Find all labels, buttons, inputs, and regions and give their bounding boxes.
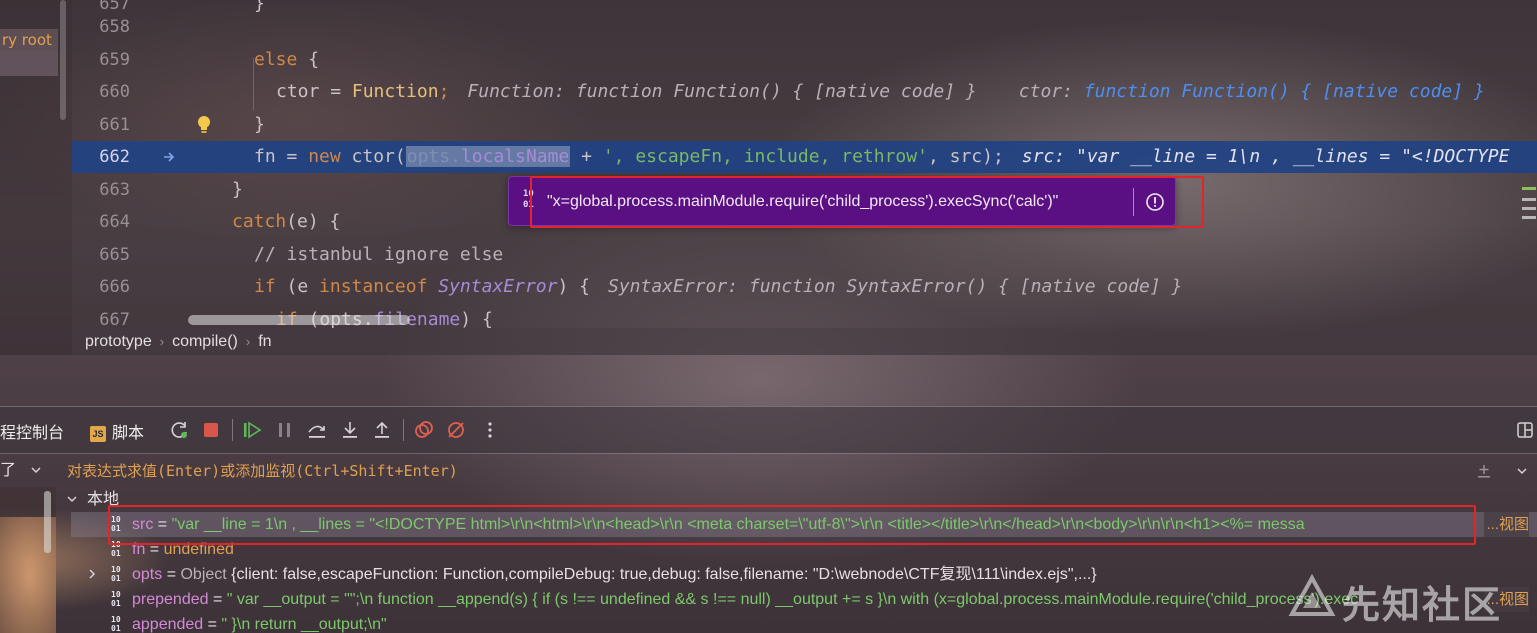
- project-tree-item-selected[interactable]: [0, 51, 58, 76]
- evaluate-expression-bar: 了 对表达式求值(Enter)或添加监视(Ctrl+Shift+Enter): [0, 453, 1537, 487]
- binary-value-icon: 10 01: [111, 590, 121, 608]
- line-number: 666: [99, 277, 130, 297]
- line-number: 661: [99, 115, 130, 135]
- binary-value-icon: 10 01: [111, 565, 121, 583]
- project-tree-item[interactable]: ry root: [0, 29, 58, 51]
- editor-horizontal-scrollbar[interactable]: [188, 315, 410, 325]
- project-panel: ry root: [0, 0, 72, 355]
- highlight-annotation: [530, 176, 1204, 228]
- watermark-logo-icon: [1288, 574, 1336, 616]
- toolbar-separator: [232, 419, 233, 441]
- breadcrumb-item[interactable]: prototype: [85, 333, 152, 350]
- highlight-annotation: [108, 505, 1476, 545]
- execution-point-icon: [164, 152, 175, 162]
- inline-value-hint: ctor: function Function() { [native code…: [1018, 81, 1485, 102]
- step-over-icon[interactable]: [307, 420, 327, 440]
- pause-icon[interactable]: [275, 420, 295, 440]
- error-stripe-mark[interactable]: [1522, 216, 1536, 219]
- code-line[interactable]: 661 }: [72, 109, 1537, 141]
- line-number: 665: [99, 245, 130, 265]
- view-link[interactable]: ...视图: [1484, 512, 1529, 537]
- tab-process-console[interactable]: 程控制台: [0, 419, 64, 443]
- js-icon: JS: [90, 426, 106, 442]
- execution-line[interactable]: 662 fn = new ctor(opts.localsName + ', e…: [72, 141, 1537, 173]
- mute-breakpoints-icon[interactable]: [446, 420, 466, 440]
- error-stripe-mark[interactable]: [1522, 198, 1536, 201]
- inline-value-hint: src: "var __line = 1\n , __lines = "<!DO…: [1021, 146, 1510, 167]
- watermark: 先知社区: [1288, 570, 1528, 627]
- breadcrumb-item[interactable]: compile(): [172, 333, 238, 350]
- add-watch-icon[interactable]: [1475, 462, 1493, 480]
- code-line[interactable]: 658: [72, 11, 1537, 43]
- breadcrumb-item[interactable]: fn: [258, 333, 271, 350]
- frames-panel: [0, 487, 56, 633]
- chevron-right-icon[interactable]: [86, 568, 98, 580]
- selected-expression: opts.localsName: [405, 146, 571, 167]
- code-line[interactable]: 660 ctor = Function; Function: function F…: [72, 76, 1537, 108]
- binary-value-icon: 10 01: [111, 615, 121, 633]
- lightbulb-icon[interactable]: [196, 115, 212, 135]
- debug-toolbar: 程控制台 JS 脚本: [0, 406, 1537, 453]
- step-out-icon[interactable]: [372, 420, 392, 440]
- view-breakpoints-icon[interactable]: [414, 420, 434, 440]
- code-comment: // istanbul ignore else: [254, 244, 504, 265]
- chevron-down-icon[interactable]: [1515, 464, 1529, 478]
- line-number: 663: [99, 180, 130, 200]
- chevron-down-icon[interactable]: [66, 493, 78, 505]
- code-line[interactable]: 666 if (e instanceof SyntaxError) {Synta…: [72, 271, 1537, 303]
- inline-value-hint: Function: function Function() { [native …: [467, 81, 977, 102]
- layout-settings-icon[interactable]: [1516, 421, 1534, 439]
- step-into-icon[interactable]: [340, 420, 360, 440]
- chevron-right-icon: ›: [245, 334, 251, 349]
- line-number: 658: [99, 17, 130, 37]
- breadcrumb: prototype › compile() › fn: [72, 328, 1537, 355]
- chevron-down-icon[interactable]: [30, 464, 42, 476]
- code-line[interactable]: 665 // istanbul ignore else: [72, 239, 1537, 271]
- evaluate-expression-input[interactable]: 对表达式求值(Enter)或添加监视(Ctrl+Shift+Enter): [67, 454, 458, 488]
- resume-icon[interactable]: [242, 420, 262, 440]
- code-line[interactable]: 659 else {: [72, 44, 1537, 76]
- rerun-icon[interactable]: [170, 420, 190, 440]
- tab-scripts[interactable]: JS 脚本: [90, 419, 144, 443]
- project-scrollbar[interactable]: [60, 0, 66, 120]
- more-options-icon[interactable]: [480, 420, 500, 440]
- error-stripe-mark[interactable]: [1522, 187, 1536, 190]
- line-number: 667: [99, 310, 130, 328]
- error-stripe-mark[interactable]: [1522, 207, 1536, 210]
- toolbar-separator: [403, 419, 404, 441]
- line-number: 664: [99, 212, 130, 232]
- stop-icon[interactable]: [201, 420, 221, 440]
- inline-value-hint: SyntaxError: function SyntaxError() { [n…: [607, 276, 1183, 297]
- line-number: 662: [99, 147, 130, 167]
- code-editor[interactable]: 657 } 658 659 else { 660 ctor = Function…: [72, 0, 1537, 328]
- frames-scrollbar[interactable]: [44, 491, 51, 553]
- indent-guide: [253, 58, 254, 110]
- line-number: 659: [99, 50, 130, 70]
- chevron-right-icon: ›: [159, 334, 165, 349]
- frames-filter[interactable]: 了: [0, 454, 56, 488]
- line-number: 660: [99, 82, 130, 102]
